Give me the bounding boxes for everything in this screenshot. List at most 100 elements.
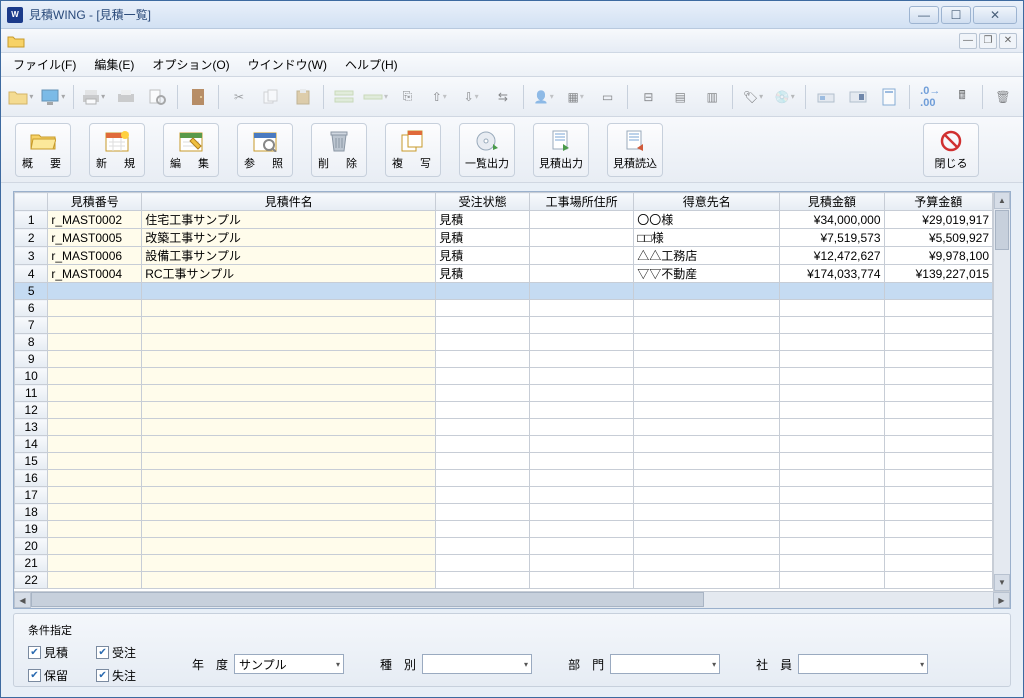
cell-name[interactable] (142, 334, 436, 351)
table-row[interactable]: 21 (15, 555, 993, 572)
table-row[interactable]: 13 (15, 419, 993, 436)
cell-amount[interactable] (780, 368, 884, 385)
row-number[interactable]: 10 (15, 368, 48, 385)
cell-name[interactable] (142, 385, 436, 402)
row-number[interactable]: 9 (15, 351, 48, 368)
cell-client[interactable] (634, 385, 780, 402)
cell-budget[interactable] (884, 436, 993, 453)
cell-amount[interactable] (780, 419, 884, 436)
cell-amount[interactable] (780, 334, 884, 351)
row-number[interactable]: 3 (15, 247, 48, 265)
table-row[interactable]: 20 (15, 538, 993, 555)
sansho-button[interactable]: 参 照 (237, 123, 293, 177)
cell-num[interactable] (48, 300, 142, 317)
table-row[interactable]: 3r_MAST0006設備工事サンプル見積△△工務店¥12,472,627¥9,… (15, 247, 993, 265)
cell-num[interactable]: r_MAST0004 (48, 265, 142, 283)
cell-client[interactable] (634, 555, 780, 572)
cell-place[interactable] (530, 211, 634, 229)
cell-status[interactable] (436, 419, 530, 436)
table-row[interactable]: 9 (15, 351, 993, 368)
cell-budget[interactable] (884, 504, 993, 521)
cell-amount[interactable] (780, 504, 884, 521)
scroll-thumb[interactable] (995, 210, 1009, 250)
ichiran-button[interactable]: 一覧出力 (459, 123, 515, 177)
cell-num[interactable] (48, 487, 142, 504)
cell-status[interactable] (436, 487, 530, 504)
cell-name[interactable] (142, 470, 436, 487)
cell-budget[interactable] (884, 351, 993, 368)
menu-help[interactable]: ヘルプ(H) (337, 53, 406, 76)
scroll-down-icon[interactable]: ▼ (994, 574, 1010, 591)
cell-client[interactable] (634, 453, 780, 470)
cell-budget[interactable] (884, 453, 993, 470)
tojiru-button[interactable]: 閉じる (923, 123, 979, 177)
cell-client[interactable] (634, 368, 780, 385)
cell-num[interactable] (48, 385, 142, 402)
cell-place[interactable] (530, 436, 634, 453)
cell-budget[interactable] (884, 521, 993, 538)
row-number[interactable]: 20 (15, 538, 48, 555)
cell-name[interactable] (142, 521, 436, 538)
row-number[interactable]: 17 (15, 487, 48, 504)
cell-client[interactable] (634, 402, 780, 419)
cell-name[interactable] (142, 368, 436, 385)
estimate-grid[interactable]: 見積番号 見積件名 受注状態 工事場所住所 得意先名 見積金額 予算金額 1r_… (14, 192, 993, 589)
cell-name[interactable]: 改築工事サンプル (142, 229, 436, 247)
row-number[interactable]: 8 (15, 334, 48, 351)
table-row[interactable]: 11 (15, 385, 993, 402)
table-row[interactable]: 17 (15, 487, 993, 504)
cell-amount[interactable]: ¥174,033,774 (780, 265, 884, 283)
row-add-icon[interactable] (362, 83, 390, 111)
cell-client[interactable] (634, 317, 780, 334)
cell-name[interactable]: 住宅工事サンプル (142, 211, 436, 229)
row-merge-icon[interactable]: ⇆ (489, 83, 517, 111)
tag-icon[interactable]: 🏷 (739, 83, 767, 111)
cell-client[interactable]: ▽▽不動産 (634, 265, 780, 283)
cell-amount[interactable] (780, 385, 884, 402)
row-up-icon[interactable]: ⇧ (425, 83, 453, 111)
table-row[interactable]: 14 (15, 436, 993, 453)
row-number[interactable]: 4 (15, 265, 48, 283)
cell-amount[interactable] (780, 436, 884, 453)
cell-amount[interactable]: ¥7,519,573 (780, 229, 884, 247)
table-row[interactable]: 12 (15, 402, 993, 419)
cell-status[interactable] (436, 300, 530, 317)
cell-place[interactable] (530, 300, 634, 317)
cell-place[interactable] (530, 470, 634, 487)
scroll-right-icon[interactable]: ▶ (993, 592, 1010, 608)
cell-num[interactable] (48, 334, 142, 351)
cell-name[interactable] (142, 300, 436, 317)
cell-name[interactable] (142, 453, 436, 470)
cell-name[interactable] (142, 555, 436, 572)
table-row[interactable]: 19 (15, 521, 993, 538)
cell-status[interactable] (436, 572, 530, 589)
cell-budget[interactable]: ¥29,019,917 (884, 211, 993, 229)
hscroll-thumb[interactable] (31, 592, 704, 607)
menu-window[interactable]: ウインドウ(W) (240, 53, 335, 76)
cell-num[interactable] (48, 419, 142, 436)
cell-num[interactable] (48, 538, 142, 555)
cell-num[interactable] (48, 283, 142, 300)
cell-client[interactable] (634, 300, 780, 317)
window-icon[interactable]: ▭ (594, 83, 622, 111)
monitor-icon[interactable] (39, 83, 67, 111)
row-number[interactable]: 16 (15, 470, 48, 487)
cell-name[interactable] (142, 436, 436, 453)
table-row[interactable]: 22 (15, 572, 993, 589)
cell-name[interactable] (142, 572, 436, 589)
cell-budget[interactable] (884, 470, 993, 487)
cell-place[interactable] (530, 504, 634, 521)
cell-num[interactable]: r_MAST0002 (48, 211, 142, 229)
cell-amount[interactable] (780, 521, 884, 538)
cell-status[interactable] (436, 521, 530, 538)
cell-status[interactable] (436, 555, 530, 572)
row-number[interactable]: 22 (15, 572, 48, 589)
menu-edit[interactable]: 編集(E) (86, 53, 142, 76)
cell-client[interactable]: 〇〇様 (634, 211, 780, 229)
cell-name[interactable] (142, 487, 436, 504)
shubetsu-select[interactable] (422, 654, 532, 674)
chk-juchu[interactable]: ✔受注 (96, 644, 136, 661)
door-icon[interactable] (184, 83, 212, 111)
cell-name[interactable]: RC工事サンプル (142, 265, 436, 283)
chk-horyu[interactable]: ✔保留 (28, 667, 68, 684)
